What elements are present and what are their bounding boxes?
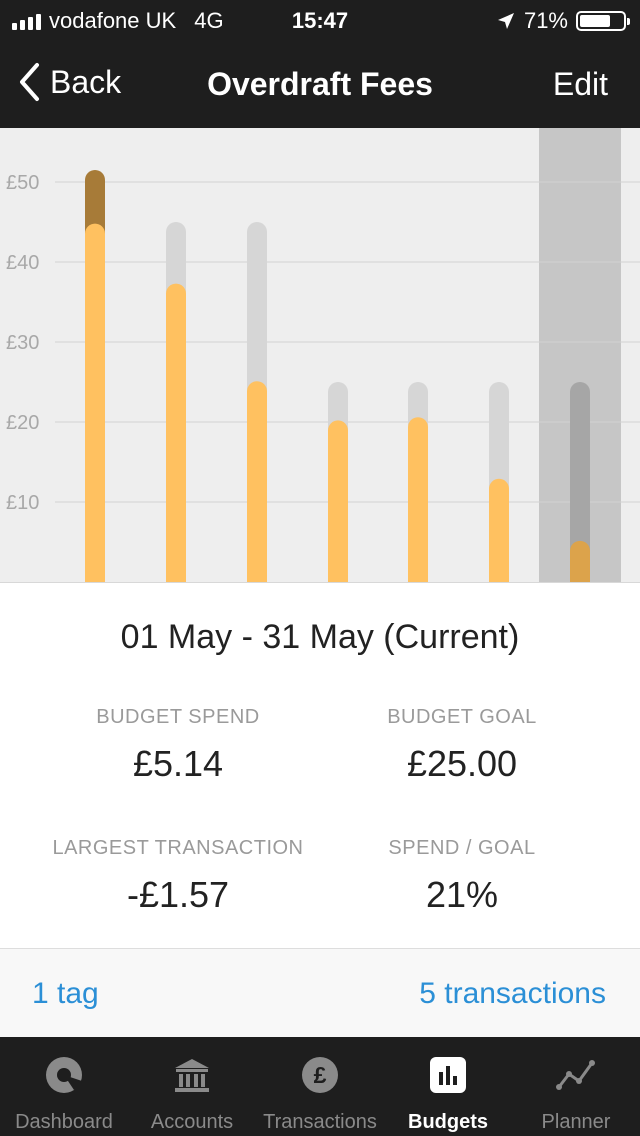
tab-dashboard[interactable]: Dashboard (0, 1037, 128, 1136)
edit-button[interactable]: Edit (553, 66, 608, 103)
spend-bar (408, 417, 428, 582)
spend-bar (570, 540, 590, 582)
spend-bar (85, 223, 105, 582)
spend-bar (166, 283, 186, 582)
status-right: 71% (496, 8, 630, 34)
spend-goal-value: 21% (425, 874, 499, 915)
tab-budgets[interactable]: Budgets (384, 1037, 512, 1136)
y-tick-label: £30 (6, 332, 39, 354)
spend-goal-label: SPEND / GOAL (388, 837, 536, 859)
tags-link[interactable]: 1 tag (32, 977, 99, 1011)
tab-accounts[interactable]: Accounts (128, 1037, 256, 1136)
largest-transaction-label: LARGEST TRANSACTION (52, 837, 304, 859)
chart-svg: £50 £40 £30 £20 £10 (6, 128, 640, 582)
tab-label: Transactions (263, 1111, 377, 1133)
chevron-left-icon (20, 63, 39, 101)
tab-label: Planner (541, 1111, 611, 1133)
tab-bar: Dashboard Accounts £ Transactions Budget… (0, 1037, 640, 1136)
bank-icon (175, 1059, 209, 1092)
budget-goal-value: £25.00 (406, 743, 518, 784)
trend-line-icon (556, 1060, 595, 1090)
budget-goal-label: BUDGET GOAL (387, 706, 537, 728)
spend-goal-stat: SPEND / GOAL 21% (302, 837, 622, 916)
tab-label: Budgets (408, 1111, 488, 1133)
budget-spend-value: £5.14 (132, 743, 224, 784)
largest-transaction-value: -£1.57 (126, 874, 230, 915)
status-bar: vodafone UK 4G 15:47 71% (0, 0, 640, 40)
largest-transaction-stat: LARGEST TRANSACTION -£1.57 (18, 837, 338, 916)
pound-icon: £ (302, 1057, 338, 1093)
y-tick-label: £40 (6, 252, 39, 274)
bar-chart-icon (430, 1057, 466, 1093)
svg-text:£: £ (314, 1062, 327, 1088)
tab-transactions[interactable]: £ Transactions (256, 1037, 384, 1136)
spend-bar (489, 478, 509, 582)
battery-icon (576, 11, 630, 31)
tab-label: Dashboard (15, 1111, 113, 1133)
spend-bar (328, 420, 348, 582)
period-title: 01 May - 31 May (Current) (120, 618, 520, 656)
navigation-bar: Back Overdraft Fees Edit (0, 40, 640, 128)
battery-level (580, 15, 610, 27)
transactions-link[interactable]: 5 transactions (419, 977, 606, 1011)
y-tick-label: £10 (6, 492, 39, 514)
y-tick-label: £20 (6, 412, 39, 434)
budget-spend-label: BUDGET SPEND (96, 706, 260, 728)
y-tick-label: £50 (6, 172, 39, 194)
back-button[interactable]: Back (18, 62, 121, 102)
tab-planner[interactable]: Planner (512, 1037, 640, 1136)
dashboard-icon (46, 1057, 82, 1093)
location-arrow-icon (497, 13, 514, 29)
spend-bar (247, 381, 267, 582)
back-label: Back (50, 63, 122, 100)
budget-history-chart[interactable]: £50 £40 £30 £20 £10 (0, 128, 640, 582)
budget-goal-stat: BUDGET GOAL £25.00 (302, 706, 622, 785)
budget-spend-stat: BUDGET SPEND £5.14 (18, 706, 338, 785)
links-bar: 1 tag 5 transactions (0, 949, 640, 1037)
tab-label: Accounts (150, 1111, 234, 1133)
chart-baseline (0, 582, 640, 583)
battery-percent: 71% (523, 8, 568, 33)
